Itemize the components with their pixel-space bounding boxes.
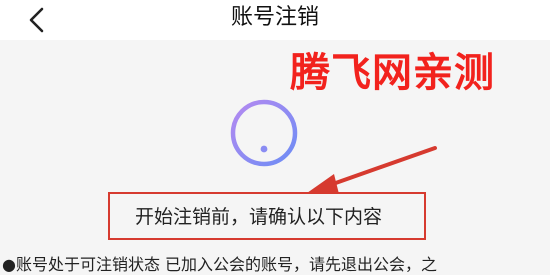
account-cancellation-page: 账号注销 腾飞网亲测 开始注销前，请确认以下内容 ●账号处于可注销状态 已加入公… bbox=[0, 0, 550, 275]
notice-heading: 开始注销前，请确认以下内容 bbox=[135, 206, 383, 228]
exclamation-circle-icon bbox=[230, 99, 298, 167]
notice-item: ●账号处于可注销状态 已加入公会的账号，请先退出公会，之 bbox=[2, 255, 438, 274]
watermark-text: 腾飞网亲测 bbox=[290, 50, 495, 96]
page-title: 账号注销 bbox=[230, 5, 319, 30]
annotation-highlight-box: 开始注销前，请确认以下内容 bbox=[108, 192, 426, 240]
navigation-bar: 账号注销 bbox=[0, 0, 550, 40]
